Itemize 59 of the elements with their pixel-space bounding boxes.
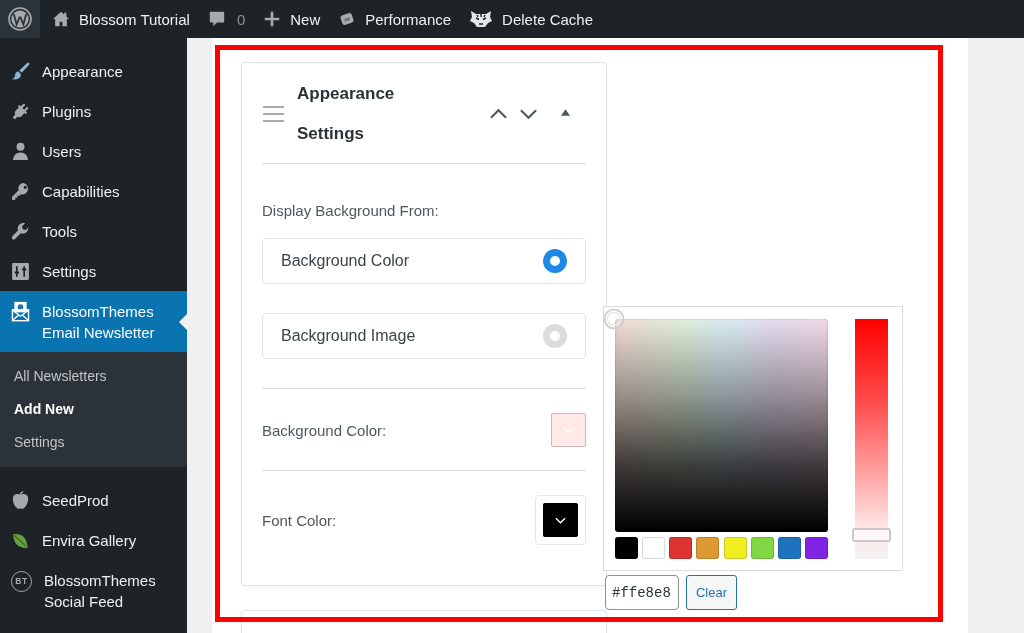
menu-item[interactable]: Settings (0, 251, 187, 291)
color-swatch[interactable] (669, 537, 693, 559)
color-swatch[interactable] (805, 537, 828, 559)
pointer-triangle-icon (179, 313, 187, 330)
card-title: Appearance Settings (297, 83, 396, 145)
new-content-link[interactable]: New (254, 0, 330, 38)
plus-icon (263, 10, 282, 28)
home-icon (52, 10, 70, 28)
site-name-link[interactable]: Blossom Tutorial (43, 0, 199, 38)
envelope-icon (10, 300, 31, 322)
user-icon (10, 140, 31, 162)
color-swatch[interactable] (750, 537, 774, 559)
color-swatch[interactable] (723, 537, 747, 559)
ring-handle-icon[interactable] (603, 308, 625, 330)
submenu-item[interactable]: Settings (0, 426, 187, 459)
paintbrush-icon (10, 60, 31, 82)
menu-item[interactable]: Capabilities (0, 171, 187, 211)
logo-icon[interactable] (0, 0, 40, 38)
delete-cache-link[interactable]: Delete Cache (460, 0, 602, 38)
menu-item[interactable]: Envira Gallery (0, 520, 187, 560)
animal-head-icon (469, 9, 494, 29)
hamburger-icon[interactable] (263, 106, 284, 122)
color-swatch[interactable] (615, 537, 638, 559)
sliders-icon (10, 260, 31, 282)
color-gradient-field[interactable] (615, 319, 828, 532)
color-swatch[interactable] (642, 537, 666, 559)
performance-link[interactable]: Performance (329, 0, 461, 38)
menu-item[interactable]: Tools (0, 211, 187, 251)
menu-item[interactable]: Appearance (0, 51, 187, 91)
menu-item[interactable]: BlossomThemes Email Newsletter (0, 291, 187, 352)
radio-option[interactable]: Background Color (262, 238, 586, 284)
wrench-icon (10, 220, 31, 242)
slider-thumb[interactable] (852, 528, 891, 542)
caret-up-icon[interactable] (561, 108, 570, 116)
menu-item[interactable]: SeedProd (0, 480, 187, 520)
chevron-up-icon[interactable] (489, 108, 508, 120)
menu-item[interactable]: Users (0, 131, 187, 171)
submenu-item[interactable]: Add New (0, 393, 187, 426)
color-swatch[interactable] (777, 537, 801, 559)
menu-item[interactable]: Plugins (0, 91, 187, 131)
radio-button[interactable] (543, 249, 567, 273)
submenu-item[interactable]: All Newsletters (0, 360, 187, 393)
comments-link[interactable]: 0 (198, 0, 255, 38)
speech-bubble-icon (207, 10, 226, 28)
menu-item[interactable]: BT BlossomThemes Social Feed (0, 560, 187, 621)
key-icon (10, 180, 31, 202)
chevron-down-icon (555, 516, 566, 524)
slider-track[interactable] (852, 319, 891, 559)
hex-input[interactable]: #ffe8e8 (605, 575, 679, 610)
seed-icon (10, 489, 31, 511)
field-label: Background Color: (262, 421, 387, 439)
field-label: Font Color: (262, 511, 337, 529)
chevron-down-icon[interactable] (519, 108, 538, 120)
color-swatch[interactable] (551, 413, 586, 447)
field-label: Display Background From: (262, 201, 440, 221)
clear-button[interactable]: Clear (686, 575, 737, 610)
color-button[interactable] (535, 495, 586, 545)
radio-option[interactable]: Background Image (262, 313, 586, 359)
color-swatch[interactable] (696, 537, 720, 559)
